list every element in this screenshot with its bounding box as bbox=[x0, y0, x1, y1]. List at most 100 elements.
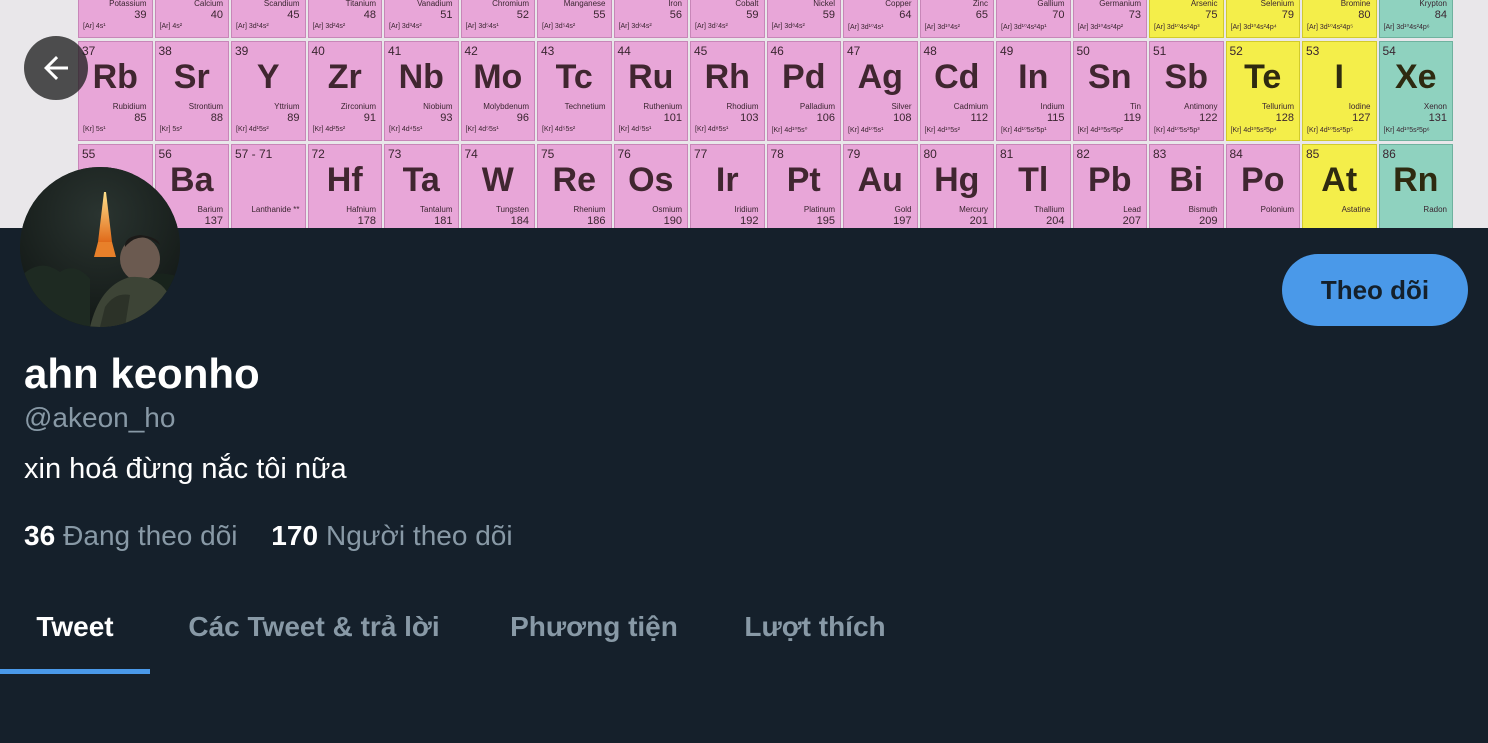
element-config: [Ar] 3d⁵4s² bbox=[542, 23, 576, 30]
element-tile: 37 Rb Rubidium 85 [Kr] 5s¹ bbox=[78, 41, 153, 141]
element-name: Krypton bbox=[1419, 0, 1447, 8]
following-label: Đang theo dõi bbox=[63, 520, 238, 551]
element-tile: Potassium 39 [Ar] 4s¹ bbox=[78, 0, 153, 38]
following-link[interactable]: 36 Đang theo dõi bbox=[24, 519, 238, 553]
followers-count: 170 bbox=[271, 520, 319, 551]
element-mass: 40 bbox=[210, 9, 223, 21]
element-number: 44 bbox=[617, 44, 631, 58]
element-tile: Arsenic 75 [Ar] 3d¹⁰4s²4p³ bbox=[1149, 0, 1224, 38]
element-name: Tin bbox=[1130, 102, 1141, 111]
element-symbol: Pb bbox=[1088, 161, 1132, 199]
element-name: Zinc bbox=[972, 0, 988, 8]
element-number: 83 bbox=[1153, 147, 1167, 161]
profile-tabs: Tweet Các Tweet & trả lời Phương tiện Lư… bbox=[0, 580, 1488, 674]
element-mass: 106 bbox=[816, 112, 835, 124]
element-number: 78 bbox=[770, 147, 784, 161]
element-symbol: Xe bbox=[1394, 58, 1437, 96]
element-config: [Kr] 4d¹⁰5s¹ bbox=[848, 127, 884, 134]
element-symbol: Tc bbox=[555, 58, 593, 96]
element-name: Nickel bbox=[813, 0, 835, 8]
element-symbol: Zr bbox=[327, 58, 362, 96]
element-symbol: Rb bbox=[92, 58, 138, 96]
element-name: Molybdenum bbox=[483, 102, 529, 111]
element-mass: 93 bbox=[440, 112, 453, 124]
element-mass: 184 bbox=[510, 215, 529, 227]
element-mass: 127 bbox=[1352, 112, 1371, 124]
element-mass: 85 bbox=[134, 112, 147, 124]
element-symbol: Ag bbox=[857, 58, 903, 96]
element-config: [Ar] 3d²4s² bbox=[312, 23, 346, 30]
element-number: 42 bbox=[464, 44, 478, 58]
element-name: Ruthenium bbox=[643, 102, 682, 111]
tab-tweets[interactable]: Tweet bbox=[0, 580, 150, 674]
follow-button[interactable]: Theo dõi bbox=[1282, 254, 1468, 326]
element-mass: 131 bbox=[1428, 112, 1447, 124]
element-name: Astatine bbox=[1341, 205, 1371, 214]
element-name: Palladium bbox=[799, 102, 835, 111]
element-tile: 74 W Tungsten 184 bbox=[460, 144, 535, 228]
element-name: Hafnium bbox=[346, 205, 376, 214]
element-name: Lead bbox=[1123, 205, 1141, 214]
element-symbol: Ir bbox=[715, 161, 739, 199]
element-name: Thallium bbox=[1034, 205, 1065, 214]
element-config: [Kr] 4d⁷5s¹ bbox=[618, 126, 652, 133]
avatar[interactable] bbox=[20, 167, 180, 327]
element-symbol: Po bbox=[1241, 161, 1285, 199]
element-name: Selenium bbox=[1260, 0, 1294, 8]
header-banner-image[interactable]: Potassium 39 [Ar] 4s¹ Calcium 40 [Ar] 4s² Scan… bbox=[0, 0, 1488, 228]
element-name: Vanadium bbox=[417, 0, 453, 8]
element-mass: 190 bbox=[663, 215, 682, 227]
element-number: 41 bbox=[388, 44, 402, 58]
element-tile: Copper 64 [Ar] 3d¹⁰4s¹ bbox=[843, 0, 918, 38]
element-config: [Ar] 3d⁵4s¹ bbox=[465, 23, 499, 30]
element-name: Osmium bbox=[652, 205, 682, 214]
element-number: 40 bbox=[311, 44, 325, 58]
tab-likes[interactable]: Lượt thích bbox=[710, 580, 920, 674]
profile-bio: xin hoá đừng nắc tôi nữa bbox=[24, 453, 347, 485]
element-tile: Gallium 70 [Ar] 3d¹⁰4s²4p¹ bbox=[996, 0, 1071, 38]
element-config: [Ar] 3d³4s² bbox=[389, 23, 422, 30]
element-name: Iridium bbox=[734, 205, 759, 214]
element-tile: 84 Po Polonium bbox=[1225, 144, 1300, 228]
element-name: Cobalt bbox=[735, 0, 759, 8]
element-config: [Kr] 4d⁵5s² bbox=[542, 126, 576, 133]
element-mass: 112 bbox=[970, 112, 988, 124]
element-config: [Ar] 3d⁷4s² bbox=[695, 23, 728, 30]
element-number: 75 bbox=[541, 147, 555, 161]
element-tile: 51 Sb Antimony 122 [Kr] 4d¹⁰5s²5p³ bbox=[1149, 41, 1224, 141]
element-symbol: Pt bbox=[786, 161, 821, 199]
element-name: Tungsten bbox=[495, 205, 529, 214]
element-config: [Ar] 3d¹⁰4s¹ bbox=[848, 24, 884, 31]
followers-label: Người theo dõi bbox=[326, 520, 513, 551]
element-config: [Kr] 4d¹⁰5s² bbox=[924, 127, 960, 134]
element-tile: 72 Hf Hafnium 178 bbox=[307, 144, 382, 228]
back-button[interactable] bbox=[24, 36, 88, 100]
element-name: Bromine bbox=[1340, 0, 1371, 8]
element-number: 50 bbox=[1076, 44, 1090, 58]
element-mass: 178 bbox=[357, 215, 376, 227]
element-symbol: Tl bbox=[1018, 161, 1049, 199]
element-mass: 88 bbox=[210, 112, 223, 124]
element-symbol: In bbox=[1018, 58, 1049, 96]
tab-media[interactable]: Phương tiện bbox=[478, 580, 710, 674]
element-mass: 201 bbox=[969, 215, 988, 227]
element-config: [Ar] 4s² bbox=[159, 23, 183, 30]
followers-link[interactable]: 170 Người theo dõi bbox=[271, 519, 512, 553]
element-name: Niobium bbox=[423, 102, 453, 111]
element-number: 55 bbox=[82, 147, 96, 161]
element-name: Tellurium bbox=[1261, 102, 1294, 111]
tab-tweets-and-replies[interactable]: Các Tweet & trả lời bbox=[150, 580, 478, 674]
element-tile: 50 Sn Tin 119 [Kr] 4d¹⁰5s²5p² bbox=[1072, 41, 1147, 141]
element-mass: 75 bbox=[1205, 9, 1218, 21]
element-number: 56 bbox=[158, 147, 172, 161]
element-tile: Vanadium 51 [Ar] 3d³4s² bbox=[384, 0, 459, 38]
element-symbol: Os bbox=[628, 161, 674, 199]
element-name: Rubidium bbox=[112, 102, 147, 111]
element-config: [Kr] 5s¹ bbox=[83, 126, 106, 133]
element-number: 80 bbox=[923, 147, 937, 161]
avatar-photo bbox=[20, 167, 180, 327]
element-number: 52 bbox=[1229, 44, 1243, 58]
element-symbol: Sb bbox=[1164, 58, 1208, 96]
element-number: 79 bbox=[847, 147, 861, 161]
element-config: [Kr] 4d¹⁰5s²5p⁵ bbox=[1307, 127, 1354, 134]
